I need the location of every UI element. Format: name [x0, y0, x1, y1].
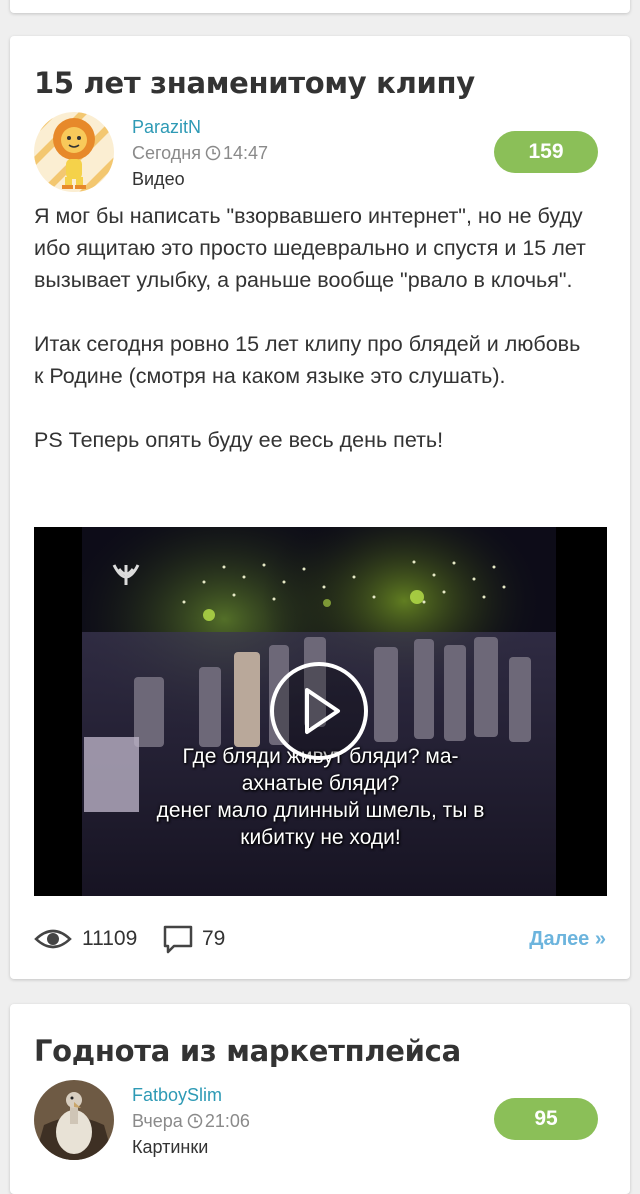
post-date: Сегодня 14:47: [132, 140, 268, 166]
date-label: Сегодня: [132, 143, 201, 163]
clock-icon: [187, 1113, 203, 1129]
subtitle-line: денег мало длинный шмель, ты в: [156, 799, 485, 822]
play-icon: [305, 688, 340, 734]
author-avatar[interactable]: [34, 112, 114, 192]
next-post-card: Годнота из маркетплейса FatboySlim Вчера…: [10, 1004, 630, 1194]
next-post-date: Вчера 21:06: [132, 1108, 250, 1134]
post-body: Я мог бы написать "взорвавшего интернет"…: [34, 200, 594, 456]
author-name[interactable]: ParazitN: [132, 114, 268, 140]
next-author-name[interactable]: FatboySlim: [132, 1082, 250, 1108]
post-paragraph: Итак сегодня ровно 15 лет клипу про бляд…: [34, 332, 581, 388]
read-more-link[interactable]: Далее »: [529, 921, 606, 957]
video-player[interactable]: Где бляди живут бляди? ма- ахнатые бляди…: [34, 527, 607, 896]
post-paragraph: Я мог бы написать "взорвавшего интернет"…: [34, 204, 586, 292]
previous-post-card: [10, 0, 630, 13]
next-author-avatar[interactable]: [34, 1080, 114, 1160]
next-rating-badge[interactable]: 95: [494, 1098, 598, 1140]
post-category[interactable]: Видео: [132, 166, 268, 192]
next-date-label: Вчера: [132, 1111, 183, 1131]
lion-avatar-icon: [34, 112, 114, 192]
play-button[interactable]: [270, 662, 368, 760]
clock-icon: [205, 145, 221, 161]
next-post-category[interactable]: Картинки: [132, 1134, 250, 1160]
subtitle-line: кибитку не ходи!: [240, 826, 401, 849]
next-post-meta: FatboySlim Вчера 21:06 Картинки: [132, 1082, 250, 1160]
comments-counter[interactable]: 79: [162, 921, 225, 957]
post-meta: ParazitN Сегодня 14:47 Видео: [132, 114, 268, 192]
vulture-avatar-icon: [34, 1080, 114, 1160]
views-count: 11109: [82, 927, 138, 950]
time-label: 14:47: [223, 143, 269, 163]
post-footer: 11109 79 Далее »: [34, 921, 606, 957]
views-counter: 11109: [34, 921, 137, 957]
post-paragraph: PS Теперь опять буду ее весь день петь!: [34, 428, 444, 452]
comment-icon: [163, 925, 193, 954]
subtitle-line: ахнатые бляди?: [241, 772, 400, 795]
next-time-label: 21:06: [204, 1111, 250, 1131]
next-post-title[interactable]: Годнота из маркетплейса: [34, 1034, 461, 1068]
comments-count: 79: [202, 927, 226, 950]
post-card: 15 лет знаменитому клипу ParazitN Сегодн…: [10, 36, 630, 979]
rating-badge[interactable]: 159: [494, 131, 598, 173]
eye-icon: [34, 929, 72, 949]
post-title[interactable]: 15 лет знаменитому клипу: [34, 66, 475, 100]
